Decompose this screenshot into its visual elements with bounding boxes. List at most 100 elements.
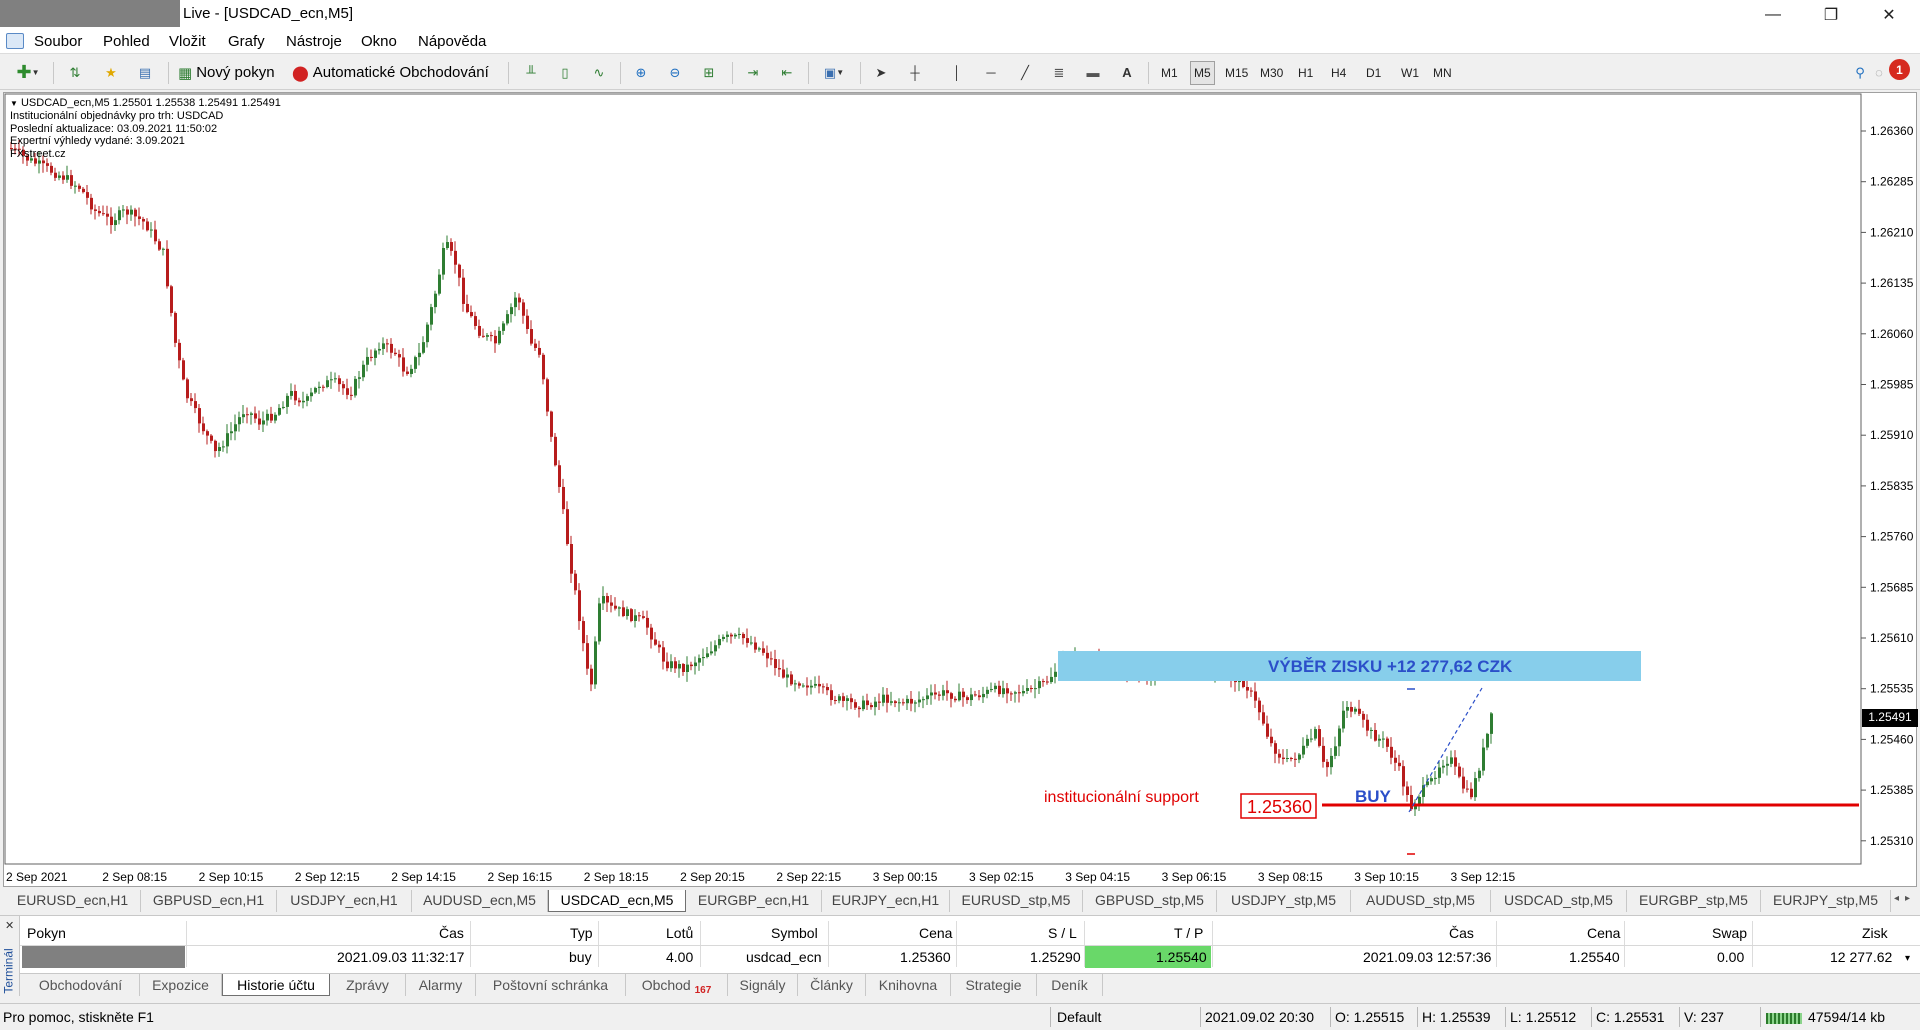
candlestick-icon[interactable]: ▯ [552,60,578,85]
tab-market[interactable]: Obchod 167 [626,974,728,996]
channel-icon[interactable]: ≣ [1046,60,1072,85]
tab-exposure[interactable]: Expozice [140,974,222,996]
tab-strategies[interactable]: Strategie [951,974,1037,996]
chart-tab[interactable]: EURGBP_ecn,H1 [686,890,822,912]
col-header-type[interactable]: Typ [570,925,593,941]
chart-tab[interactable]: USDCAD_stp,M5 [1491,890,1627,912]
zoom-in-icon[interactable]: ⊕ [628,60,654,85]
col-header-close-price[interactable]: Cena [1587,925,1620,941]
menu-pohled[interactable]: Pohled [103,33,150,50]
chart-tab[interactable]: EURUSD_stp,M5 [950,890,1083,912]
shapes-icon[interactable]: ▬ [1080,60,1106,85]
chart-tab-active[interactable]: USDCAD_ecn,M5 [548,890,686,912]
timeframe-d1[interactable]: D1 [1363,61,1384,85]
chart-shift-icon[interactable]: ⇤ [774,60,800,85]
tab-news[interactable]: Zprávy [330,974,406,996]
tab-alerts[interactable]: Alarmy [406,974,476,996]
tab-library[interactable]: Knihovna [866,974,951,996]
timeframe-m30[interactable]: M30 [1257,61,1286,85]
col-header-profit[interactable]: Zisk [1862,925,1888,941]
tile-windows-icon[interactable]: ⊞ [696,60,722,85]
auto-trading-button[interactable]: ⬤ Automatické Obchodování [292,60,489,85]
row-swap[interactable]: 0.00 [1717,949,1744,965]
row-profit[interactable]: 12 277.62 [1830,949,1892,965]
timeframe-m5[interactable]: M5 [1190,61,1215,85]
menu-napoveda[interactable]: Nápověda [418,33,486,50]
timeframe-h1[interactable]: H1 [1295,61,1316,85]
chart-tab[interactable]: EURJPY_ecn,H1 [822,890,950,912]
line-chart-icon[interactable]: ∿ [586,60,612,85]
scroll-down-icon[interactable]: ▾ [1905,953,1910,964]
timeframe-m1[interactable]: M1 [1158,61,1181,85]
row-open-time[interactable]: 2021.09.03 11:32:17 [337,949,464,965]
favorites-icon[interactable]: ★ [98,60,124,85]
chart-tab[interactable]: EURJPY_stp,M5 [1761,890,1891,912]
status-profile[interactable]: Default [1057,1009,1101,1025]
col-header-tp[interactable]: T / P [1174,925,1203,941]
col-header-time[interactable]: Čas [439,925,464,941]
row-open-price[interactable]: 1.25360 [900,949,951,965]
auto-scroll-icon[interactable]: ⇥ [740,60,766,85]
tab-mailbox[interactable]: Poštovní schránka [476,974,626,996]
timeframe-m15[interactable]: M15 [1222,61,1251,85]
market-watch-icon[interactable]: ⇅ [62,60,88,85]
close-button[interactable]: ✕ [1866,0,1912,29]
close-terminal-icon[interactable]: ✕ [5,919,14,932]
minimize-button[interactable]: — [1750,0,1796,29]
chart-window[interactable]: 1.26360 1.26285 1.26210 1.26135 1.26060 1.259… [3,92,1918,888]
timeframe-h4[interactable]: H4 [1328,61,1349,85]
chart-tab[interactable]: EURUSD_ecn,H1 [5,890,141,912]
col-header-order[interactable]: Pokyn [27,925,66,941]
horizontal-line-icon[interactable]: ─ [978,60,1004,85]
chart-tab[interactable]: USDJPY_ecn,H1 [277,890,412,912]
row-sl[interactable]: 1.25290 [1030,949,1081,965]
bar-chart-icon[interactable]: ╨ [518,60,544,85]
menu-grafy[interactable]: Grafy [228,33,265,50]
tab-journal[interactable]: Deník [1037,974,1103,996]
price-chart[interactable]: 1.26360 1.26285 1.26210 1.26135 1.26060 1.259… [4,93,1918,888]
timeframe-w1[interactable]: W1 [1398,61,1422,85]
new-chart-icon[interactable]: ✚ ▼ [10,60,46,85]
col-header-sl[interactable]: S / L [1048,925,1077,941]
new-order-button[interactable]: ▦ Nový pokyn [178,60,275,85]
restore-button[interactable]: ❐ [1808,0,1854,29]
chart-tab[interactable]: USDJPY_stp,M5 [1217,890,1351,912]
chart-tab[interactable]: AUDUSD_ecn,M5 [412,890,548,912]
tab-signals[interactable]: Signály [728,974,798,996]
navigator-icon[interactable]: ▤ [132,60,158,85]
chart-tab[interactable]: GBPUSD_ecn,H1 [141,890,277,912]
text-tool-icon[interactable]: A [1114,60,1140,85]
col-header-lots[interactable]: Lotů [666,925,693,941]
chart-tab[interactable]: GBPUSD_stp,M5 [1083,890,1217,912]
row-close-time[interactable]: 2021.09.03 12:57:36 [1363,949,1491,965]
col-header-close-time[interactable]: Čas [1449,925,1474,941]
row-symbol[interactable]: usdcad_ecn [746,949,822,965]
menu-nastroje[interactable]: Nástroje [286,33,342,50]
row-type[interactable]: buy [569,949,592,965]
chart-tab[interactable]: EURGBP_stp,M5 [1627,890,1761,912]
crosshair-icon[interactable]: ┼ [902,60,928,85]
menu-vlozit[interactable]: Vložit [169,33,206,50]
indicators-icon[interactable]: ▣ ▼ [816,60,852,85]
col-header-price[interactable]: Cena [919,925,952,941]
chat-icon[interactable]: ◌ [1869,60,1889,85]
row-lots[interactable]: 4.00 [666,949,693,965]
menu-okno[interactable]: Okno [361,33,397,50]
cursor-icon[interactable]: ➤ [868,60,894,85]
col-header-swap[interactable]: Swap [1712,925,1747,941]
row-close-price[interactable]: 1.25540 [1569,949,1620,965]
trendline-icon[interactable]: ╱ [1012,60,1038,85]
tab-trade[interactable]: Obchodování [22,974,140,996]
notification-badge[interactable]: 1 [1889,59,1910,80]
tab-scroll-arrows[interactable]: ◂▸ [1894,893,1916,904]
app-icon[interactable] [6,33,24,49]
timeframe-mn[interactable]: MN [1430,61,1455,85]
menu-soubor[interactable]: Soubor [34,33,82,50]
zoom-out-icon[interactable]: ⊖ [662,60,688,85]
row-tp[interactable]: 1.25540 [1156,949,1207,965]
tab-account-history[interactable]: Historie účtu [222,974,330,996]
chart-tab[interactable]: AUDUSD_stp,M5 [1351,890,1491,912]
vertical-line-icon[interactable]: │ [944,60,970,85]
tab-articles[interactable]: Články [798,974,866,996]
col-header-symbol[interactable]: Symbol [771,925,818,941]
